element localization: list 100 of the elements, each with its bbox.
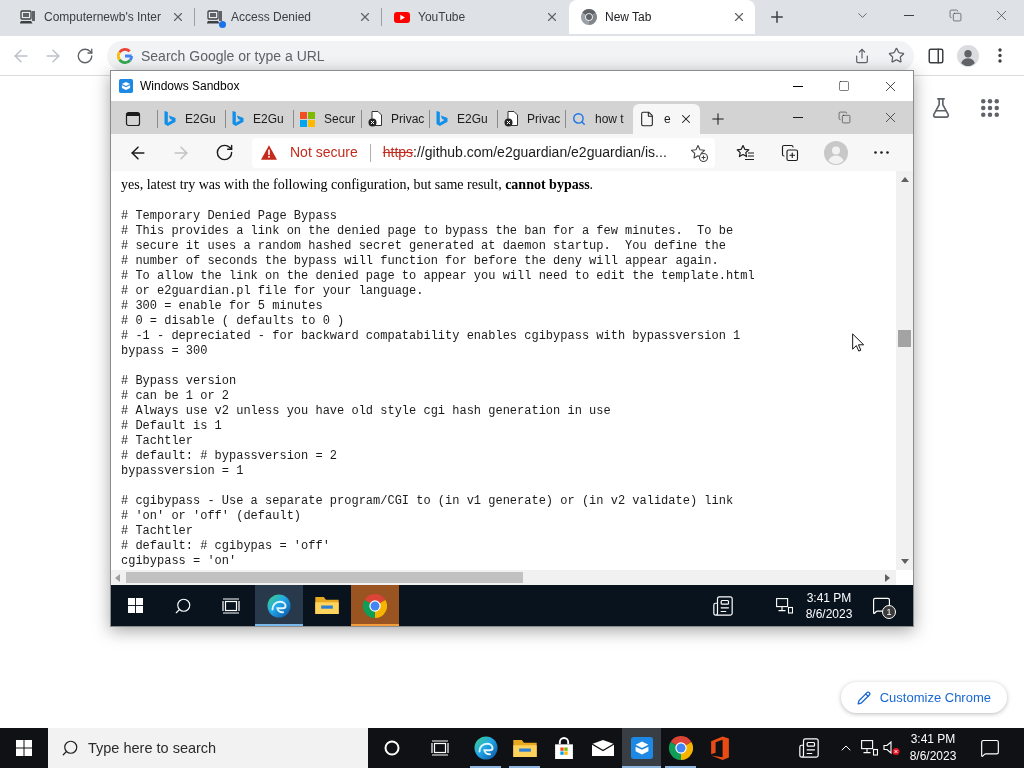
menu-icon (998, 48, 1002, 63)
taskbar-button[interactable] (622, 728, 661, 768)
minimize-icon (793, 117, 803, 118)
browser-tab[interactable]: E2Gu (430, 104, 497, 134)
browser-tab[interactable]: Privac (498, 104, 565, 134)
swirl-logo-icon (267, 593, 291, 618)
search-icon (572, 112, 586, 126)
notifications-icon (871, 596, 891, 615)
window-title: Windows Sandbox (140, 78, 240, 95)
code-line: # cgibypass - Use a separate program/CGI to (in v1 generate) or (in v2 validate) link (121, 494, 734, 509)
browser-tab[interactable]: Privac (362, 104, 429, 134)
collections-icon (781, 143, 799, 162)
code-line: # Tachtler (121, 524, 193, 539)
close-icon (679, 112, 693, 126)
blocked-page-icon (368, 111, 382, 127)
circle-logo-icon (668, 736, 693, 760)
task-view-icon (222, 597, 240, 614)
plus-icon (768, 8, 786, 26)
code-line: # default: # cgibypas = 'off' (121, 539, 330, 554)
security-status[interactable]: Not secure (290, 142, 358, 163)
start-icon (127, 598, 143, 613)
code-line: # or e2guardian.pl file for your language. (121, 284, 424, 299)
code-line: # can be 1 or 2 (121, 389, 230, 404)
search-icon (174, 596, 192, 615)
browser-tab[interactable]: Access Denied (195, 0, 381, 34)
browser-tab[interactable]: E2Gu (226, 104, 293, 134)
code-line: # Tachtler (121, 434, 193, 449)
four-squares-icon (300, 111, 315, 127)
code-line: # Temporary Denied Page Bypass (121, 209, 338, 224)
code-line: # default: # bypassversion = 2 (121, 449, 338, 464)
customize-button[interactable]: Customize Chrome (840, 682, 1007, 713)
task-view-icon (431, 740, 449, 756)
code-line: # Bypass version (121, 374, 237, 389)
notifications-icon (980, 738, 1000, 758)
folder-icon (315, 597, 339, 614)
code-line: # Default is 1 (121, 419, 222, 434)
url-text: https://github.com/e2guardian/e2guardian/is... (382, 143, 667, 162)
share-icon (854, 47, 870, 64)
folder-icon (512, 739, 537, 757)
minimize-icon (793, 85, 803, 87)
browser-tab[interactable]: how t (566, 104, 633, 134)
star-plus-icon (690, 143, 708, 162)
warning-icon (261, 145, 277, 160)
code-line: bypassversion = 1 (121, 464, 244, 479)
box-icon (119, 79, 133, 93)
news-icon (712, 594, 734, 617)
apps-grid-icon (981, 99, 999, 117)
mouse-pointer-icon (852, 333, 864, 352)
envelope-icon (591, 740, 614, 756)
browser-tab[interactable]: Secur (294, 104, 361, 134)
code-line: # -1 - depreciated - for backward compatability enables cgibypass with bypassversion 1 (121, 329, 741, 344)
side-panel-icon (927, 46, 945, 65)
network-icon (860, 740, 878, 756)
browser-tab[interactable]: YouTube (382, 0, 568, 34)
tab-actions-icon (125, 111, 141, 127)
close-icon (171, 10, 185, 24)
search-icon (61, 739, 79, 757)
page-icon (639, 111, 655, 127)
minimize-icon (904, 14, 914, 16)
browser-tab[interactable]: Computernewb's Inter (8, 0, 194, 34)
news-icon (798, 737, 820, 759)
avatar-icon (957, 44, 979, 67)
code-line: # 300 = enable for 5 minutes (121, 299, 323, 314)
plus-icon (709, 110, 727, 128)
muted-speaker-icon (882, 740, 900, 756)
close-icon (732, 10, 746, 24)
address-field[interactable]: Search Google or type a URL (107, 40, 914, 71)
code-line: bypass = 300 (121, 344, 208, 359)
circle-logo-icon (363, 593, 387, 618)
search-field[interactable]: Type here to search (48, 728, 368, 768)
b-logo-icon (232, 111, 244, 127)
pencil-icon (856, 690, 871, 705)
code-line: cgibypass = 'on' (121, 554, 237, 569)
notifications-button[interactable]: 1 (859, 585, 903, 626)
network-icon (775, 597, 793, 614)
taskbar-button[interactable] (255, 585, 303, 626)
b-logo-icon (436, 111, 448, 127)
swirl-logo-icon (473, 736, 498, 760)
code-line: # To allow the link on the denied page to appear you will need to edit the template.html (121, 269, 755, 284)
code-line: # 'on' or 'off' (default) (121, 509, 302, 524)
g-logo-icon (117, 47, 133, 64)
refresh-icon (214, 143, 234, 162)
computer-icon (207, 9, 223, 25)
square-logo-icon (710, 736, 729, 760)
clock[interactable]: 3:41 PM 8/6/2023 (799, 585, 859, 626)
code-line: # 0 = disable ( defaults to 0 ) (121, 314, 345, 329)
box-icon (630, 737, 653, 759)
clock[interactable]: 3:41 PM 8/6/2023 (902, 728, 964, 768)
blocked-page-icon (504, 111, 518, 127)
avatar-icon (824, 140, 848, 165)
browser-tab[interactable]: New Tab (569, 0, 755, 34)
flask-icon (930, 97, 952, 119)
comment-text: yes, latest try was with the following configuration, but same result, cannot bypass. (121, 176, 594, 194)
address-field[interactable]: Not secure https://github.com/e2guardian/e2guardian/is... (252, 137, 715, 168)
restore-icon (837, 111, 851, 124)
shopping-bag-icon (554, 737, 573, 759)
browser-tab[interactable]: e (633, 104, 700, 134)
close-icon (358, 10, 372, 24)
more-icon (873, 151, 889, 154)
browser-tab[interactable]: E2Gu (158, 104, 225, 134)
